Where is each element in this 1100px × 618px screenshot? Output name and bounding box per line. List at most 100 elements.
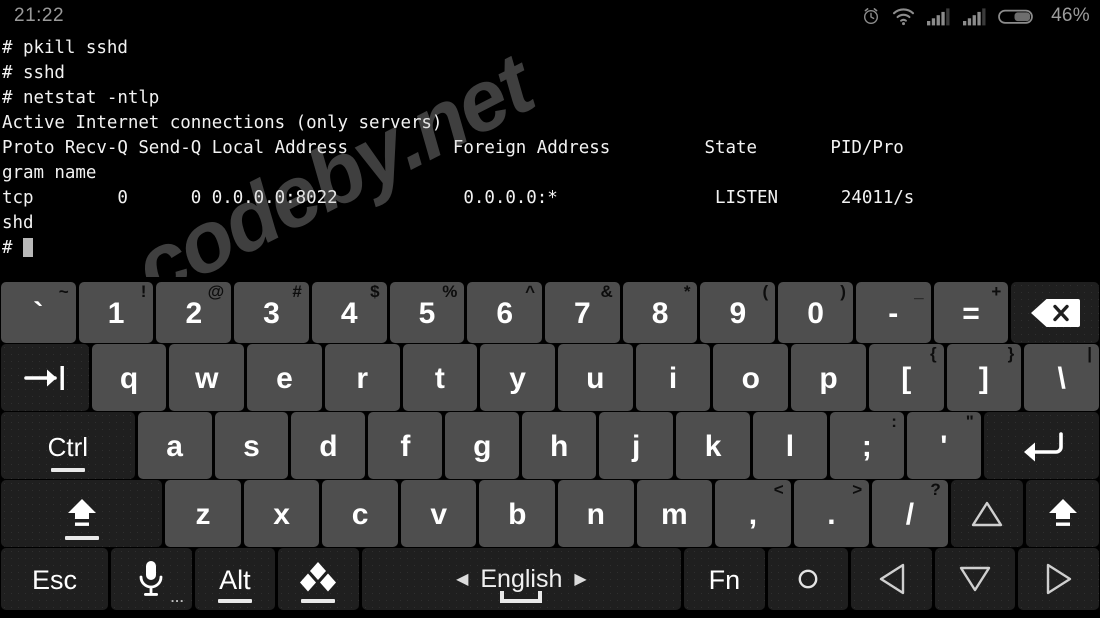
key-comma[interactable]: , <	[715, 480, 791, 547]
key-circle[interactable]	[767, 548, 849, 610]
key-s[interactable]: s	[214, 412, 289, 479]
key-shift-label: &	[600, 282, 613, 301]
key-quote[interactable]: ' "	[906, 412, 981, 479]
key-alt[interactable]: Alt	[194, 548, 276, 610]
terminal-cursor	[22, 238, 33, 257]
terminal-line: # sshd	[2, 63, 65, 83]
key-label: v	[430, 497, 448, 531]
on-screen-keyboard[interactable]: ` ~1! 2 @3 #4 $5% 6 ^ 7 & 8 * 9(0) - _ = + q w e r t y u i o p[{]…	[0, 277, 1100, 618]
key-m[interactable]: m	[636, 480, 713, 547]
key-backtick[interactable]: ` ~	[1, 282, 76, 343]
key-label: 2	[185, 296, 203, 330]
key-v[interactable]: v	[400, 480, 477, 547]
key-k[interactable]: k	[676, 412, 751, 479]
key-label: k	[704, 429, 722, 463]
key-5[interactable]: 5%	[389, 282, 465, 343]
key-b[interactable]: b	[479, 480, 555, 547]
key-shift-label: >	[852, 480, 863, 499]
key-shift-label: *	[683, 282, 691, 301]
key-c[interactable]: c	[322, 480, 398, 547]
key-label: g	[473, 429, 492, 463]
spacebar-language-label: ◀ English ▶	[456, 565, 587, 594]
key-w[interactable]: w	[169, 344, 245, 411]
key-arrow-up[interactable]	[950, 480, 1024, 547]
key-ctrl[interactable]: Ctrl	[1, 412, 135, 479]
key-z[interactable]: z	[165, 480, 241, 547]
key-f[interactable]: f	[368, 412, 443, 479]
key-arrow-right[interactable]	[1018, 548, 1099, 610]
key-2[interactable]: 2 @	[156, 282, 232, 343]
key-1[interactable]: 1!	[78, 282, 154, 343]
key-x[interactable]: x	[243, 480, 320, 547]
key-label: 9	[729, 296, 747, 330]
key-7[interactable]: 7 &	[545, 282, 620, 343]
key-label: w	[195, 361, 219, 395]
key-3[interactable]: 3 #	[234, 282, 309, 343]
keyboard-row-2: q w e r t y u i o p[{]} \ |	[0, 343, 1100, 411]
key-n[interactable]: n	[558, 480, 634, 547]
terminal-line: Proto Recv-Q Send-Q Local Address Foreig…	[2, 138, 904, 158]
key-shift-label: (	[762, 282, 769, 301]
key-d[interactable]: d	[291, 412, 366, 479]
prev-language-icon[interactable]: ◀	[456, 569, 468, 589]
key-microphone[interactable]: ...	[110, 548, 192, 610]
key-label: `	[33, 296, 44, 330]
battery-percent-label: 46%	[1051, 5, 1090, 26]
key-bracket-right[interactable]: ]}	[946, 344, 1022, 411]
key-4[interactable]: 4 $	[311, 282, 387, 343]
signal-sim1-icon	[926, 7, 951, 26]
key-input-method[interactable]	[278, 548, 359, 610]
key-l[interactable]: l	[753, 412, 827, 479]
key-spacebar[interactable]: ◀ English ▶	[361, 548, 682, 610]
terminal-output[interactable]: # pkill sshd # sshd # netstat -ntlp Active …	[0, 32, 1100, 277]
key-u[interactable]: u	[557, 344, 633, 411]
terminal-line: # netstat -ntlp	[2, 88, 160, 108]
key-fn[interactable]: Fn	[684, 548, 765, 610]
key-backslash[interactable]: \ |	[1024, 344, 1099, 411]
key-arrow-left[interactable]	[851, 548, 932, 610]
circle-icon	[794, 565, 822, 593]
key-j[interactable]: j	[599, 412, 674, 479]
key-e[interactable]: e	[247, 344, 322, 411]
key-i[interactable]: i	[635, 344, 711, 411]
key-g[interactable]: g	[445, 412, 520, 479]
key-shift-right[interactable]	[1026, 480, 1100, 547]
key-period[interactable]: . >	[793, 480, 870, 547]
key-arrow-down[interactable]	[934, 548, 1016, 610]
key-y[interactable]: y	[480, 344, 555, 411]
key-9[interactable]: 9(	[700, 282, 776, 343]
key-8[interactable]: 8 *	[622, 282, 698, 343]
key-6[interactable]: 6 ^	[467, 282, 543, 343]
microphone-icon	[136, 558, 166, 600]
backspace-icon	[1029, 296, 1081, 330]
key-shift-left[interactable]	[1, 480, 163, 547]
key-minus[interactable]: - _	[855, 282, 931, 343]
key-esc[interactable]: Esc	[1, 548, 108, 610]
key-q[interactable]: q	[91, 344, 167, 411]
key-bracket-left[interactable]: [{	[868, 344, 944, 411]
next-language-icon[interactable]: ▶	[574, 569, 586, 589]
key-shift-label: <	[773, 480, 784, 499]
key-tab[interactable]	[1, 344, 89, 411]
key-o[interactable]: o	[713, 344, 789, 411]
arrow-down-icon	[958, 563, 992, 595]
key-label: 5	[418, 296, 436, 330]
key-backspace[interactable]	[1011, 282, 1099, 343]
key-r[interactable]: r	[324, 344, 400, 411]
key-semicolon[interactable]: ;:	[829, 412, 904, 479]
key-slash[interactable]: /?	[872, 480, 948, 547]
key-a[interactable]: a	[137, 412, 212, 479]
key-h[interactable]: h	[522, 412, 597, 479]
key-state-indicator	[64, 536, 99, 540]
key-label: e	[276, 361, 293, 395]
key-more-options-icon[interactable]: ...	[171, 591, 185, 604]
terminal-line: Active Internet connections (only server…	[2, 113, 443, 133]
key-p[interactable]: p	[791, 344, 866, 411]
key-equals[interactable]: = +	[933, 282, 1009, 343]
key-shift-label: $	[370, 282, 380, 301]
key-0[interactable]: 0)	[778, 282, 853, 343]
key-t[interactable]: t	[402, 344, 478, 411]
key-enter[interactable]	[983, 412, 1099, 479]
key-label: =	[962, 296, 980, 330]
key-label: x	[273, 497, 290, 531]
